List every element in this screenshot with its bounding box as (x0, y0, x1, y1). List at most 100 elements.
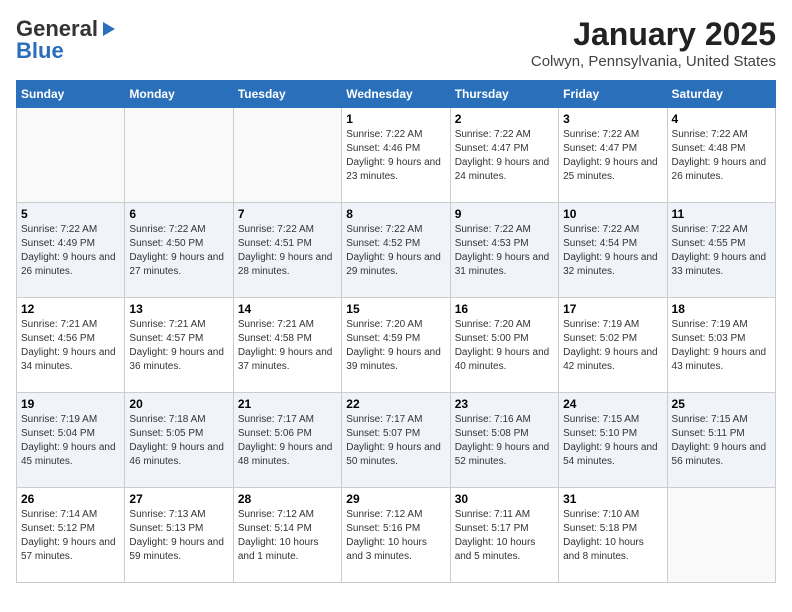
weekday-header-saturday: Saturday (667, 81, 775, 108)
day-number: 14 (238, 302, 337, 316)
calendar-cell: 17 Sunrise: 7:19 AM Sunset: 5:02 PM Dayli… (559, 298, 667, 393)
day-info: Sunrise: 7:22 AM Sunset: 4:51 PM Dayligh… (238, 223, 337, 279)
calendar-cell: 3Sunrise: 7:22 AM Sunset: 4:47 PM Daylig… (559, 108, 667, 203)
day-info: Sunrise: 7:22 AM Sunset: 4:53 PM Dayligh… (455, 223, 554, 279)
day-info: Sunrise: 7:13 AM Sunset: 5:13 PM Dayligh… (129, 508, 228, 564)
calendar-week-row: 26 Sunrise: 7:14 AM Sunset: 5:12 PM Dayli… (17, 488, 776, 583)
day-info: Sunrise: 7:19 AM Sunset: 5:03 PM Dayligh… (672, 318, 771, 374)
calendar-cell: 22Sunrise: 7:17 AM Sunset: 5:07 PM Dayli… (342, 393, 450, 488)
calendar-cell: 31 Sunrise: 7:10 AM Sunset: 5:18 PM Dayli… (559, 488, 667, 583)
day-info: Sunrise: 7:21 AM Sunset: 4:56 PM Dayligh… (21, 318, 120, 374)
day-number: 9 (455, 207, 554, 221)
day-info: Sunrise: 7:12 AM Sunset: 5:14 PM Dayligh… (238, 508, 337, 564)
day-number: 29 (346, 492, 445, 506)
day-info: Sunrise: 7:22 AM Sunset: 4:46 PM Dayligh… (346, 128, 445, 184)
weekday-header-friday: Friday (559, 81, 667, 108)
calendar-cell: 18 Sunrise: 7:19 AM Sunset: 5:03 PM Dayli… (667, 298, 775, 393)
calendar-cell: 6Sunrise: 7:22 AM Sunset: 4:50 PM Daylig… (125, 203, 233, 298)
day-info: Sunrise: 7:22 AM Sunset: 4:47 PM Dayligh… (455, 128, 554, 184)
day-info: Sunrise: 7:20 AM Sunset: 4:59 PM Dayligh… (346, 318, 445, 374)
weekday-header-tuesday: Tuesday (233, 81, 341, 108)
title-block: January 2025 Colwyn, Pennsylvania, Unite… (531, 16, 776, 70)
day-number: 31 (563, 492, 662, 506)
day-number: 15 (346, 302, 445, 316)
day-number: 4 (672, 112, 771, 126)
day-number: 27 (129, 492, 228, 506)
calendar-cell: 10 Sunrise: 7:22 AM Sunset: 4:54 PM Dayli… (559, 203, 667, 298)
day-number: 20 (129, 397, 228, 411)
day-number: 17 (563, 302, 662, 316)
calendar-cell (233, 108, 341, 203)
logo: General Blue (16, 16, 118, 64)
calendar-cell: 2 Sunrise: 7:22 AM Sunset: 4:47 PM Daylig… (450, 108, 558, 203)
logo-blue: Blue (16, 38, 64, 64)
calendar-cell: 9 Sunrise: 7:22 AM Sunset: 4:53 PM Daylig… (450, 203, 558, 298)
day-number: 24 (563, 397, 662, 411)
logo-icon (99, 20, 117, 38)
day-number: 28 (238, 492, 337, 506)
calendar-week-row: 5 Sunrise: 7:22 AM Sunset: 4:49 PM Daylig… (17, 203, 776, 298)
calendar-cell: 11 Sunrise: 7:22 AM Sunset: 4:55 PM Dayli… (667, 203, 775, 298)
day-info: Sunrise: 7:15 AM Sunset: 5:11 PM Dayligh… (672, 413, 771, 469)
day-info: Sunrise: 7:20 AM Sunset: 5:00 PM Dayligh… (455, 318, 554, 374)
calendar-cell: 28 Sunrise: 7:12 AM Sunset: 5:14 PM Dayli… (233, 488, 341, 583)
calendar-cell: 27 Sunrise: 7:13 AM Sunset: 5:13 PM Dayli… (125, 488, 233, 583)
day-number: 30 (455, 492, 554, 506)
calendar-table: SundayMondayTuesdayWednesdayThursdayFrid… (16, 80, 776, 583)
day-number: 25 (672, 397, 771, 411)
day-info: Sunrise: 7:12 AM Sunset: 5:16 PM Dayligh… (346, 508, 445, 564)
day-number: 2 (455, 112, 554, 126)
day-info: Sunrise: 7:22 AM Sunset: 4:49 PM Dayligh… (21, 223, 120, 279)
month-title: January 2025 (531, 16, 776, 53)
calendar-cell: 15 Sunrise: 7:20 AM Sunset: 4:59 PM Dayli… (342, 298, 450, 393)
calendar-cell: 4Sunrise: 7:22 AM Sunset: 4:48 PM Daylig… (667, 108, 775, 203)
day-info: Sunrise: 7:19 AM Sunset: 5:04 PM Dayligh… (21, 413, 120, 469)
calendar-week-row: 19 Sunrise: 7:19 AM Sunset: 5:04 PM Dayli… (17, 393, 776, 488)
calendar-cell: 24Sunrise: 7:15 AM Sunset: 5:10 PM Dayli… (559, 393, 667, 488)
day-number: 8 (346, 207, 445, 221)
day-number: 21 (238, 397, 337, 411)
calendar-cell: 25 Sunrise: 7:15 AM Sunset: 5:11 PM Dayli… (667, 393, 775, 488)
weekday-header-sunday: Sunday (17, 81, 125, 108)
day-number: 19 (21, 397, 120, 411)
calendar-body: 1Sunrise: 7:22 AM Sunset: 4:46 PM Daylig… (17, 108, 776, 583)
calendar-cell: 29 Sunrise: 7:12 AM Sunset: 5:16 PM Dayli… (342, 488, 450, 583)
day-info: Sunrise: 7:10 AM Sunset: 5:18 PM Dayligh… (563, 508, 662, 564)
day-number: 16 (455, 302, 554, 316)
day-number: 23 (455, 397, 554, 411)
day-number: 7 (238, 207, 337, 221)
day-number: 5 (21, 207, 120, 221)
day-info: Sunrise: 7:22 AM Sunset: 4:52 PM Dayligh… (346, 223, 445, 279)
calendar-cell: 19 Sunrise: 7:19 AM Sunset: 5:04 PM Dayli… (17, 393, 125, 488)
day-info: Sunrise: 7:17 AM Sunset: 5:07 PM Dayligh… (346, 413, 445, 469)
page-header: General Blue January 2025 Colwyn, Pennsy… (16, 16, 776, 70)
day-number: 10 (563, 207, 662, 221)
calendar-header-row: SundayMondayTuesdayWednesdayThursdayFrid… (17, 81, 776, 108)
day-number: 12 (21, 302, 120, 316)
calendar-cell: 26 Sunrise: 7:14 AM Sunset: 5:12 PM Dayli… (17, 488, 125, 583)
calendar-cell: 1Sunrise: 7:22 AM Sunset: 4:46 PM Daylig… (342, 108, 450, 203)
day-info: Sunrise: 7:11 AM Sunset: 5:17 PM Dayligh… (455, 508, 554, 564)
calendar-week-row: 1Sunrise: 7:22 AM Sunset: 4:46 PM Daylig… (17, 108, 776, 203)
day-number: 3 (563, 112, 662, 126)
day-number: 13 (129, 302, 228, 316)
calendar-cell: 5 Sunrise: 7:22 AM Sunset: 4:49 PM Daylig… (17, 203, 125, 298)
day-info: Sunrise: 7:14 AM Sunset: 5:12 PM Dayligh… (21, 508, 120, 564)
day-number: 18 (672, 302, 771, 316)
day-number: 11 (672, 207, 771, 221)
calendar-cell: 8 Sunrise: 7:22 AM Sunset: 4:52 PM Daylig… (342, 203, 450, 298)
calendar-cell (125, 108, 233, 203)
day-info: Sunrise: 7:22 AM Sunset: 4:55 PM Dayligh… (672, 223, 771, 279)
day-info: Sunrise: 7:22 AM Sunset: 4:54 PM Dayligh… (563, 223, 662, 279)
day-info: Sunrise: 7:22 AM Sunset: 4:50 PM Dayligh… (129, 223, 228, 279)
day-info: Sunrise: 7:19 AM Sunset: 5:02 PM Dayligh… (563, 318, 662, 374)
day-number: 26 (21, 492, 120, 506)
calendar-cell: 20Sunrise: 7:18 AM Sunset: 5:05 PM Dayli… (125, 393, 233, 488)
day-info: Sunrise: 7:16 AM Sunset: 5:08 PM Dayligh… (455, 413, 554, 469)
calendar-cell: 14Sunrise: 7:21 AM Sunset: 4:58 PM Dayli… (233, 298, 341, 393)
calendar-cell (17, 108, 125, 203)
calendar-cell: 21Sunrise: 7:17 AM Sunset: 5:06 PM Dayli… (233, 393, 341, 488)
calendar-cell: 30 Sunrise: 7:11 AM Sunset: 5:17 PM Dayli… (450, 488, 558, 583)
calendar-cell: 16 Sunrise: 7:20 AM Sunset: 5:00 PM Dayli… (450, 298, 558, 393)
calendar-cell: 7 Sunrise: 7:22 AM Sunset: 4:51 PM Daylig… (233, 203, 341, 298)
